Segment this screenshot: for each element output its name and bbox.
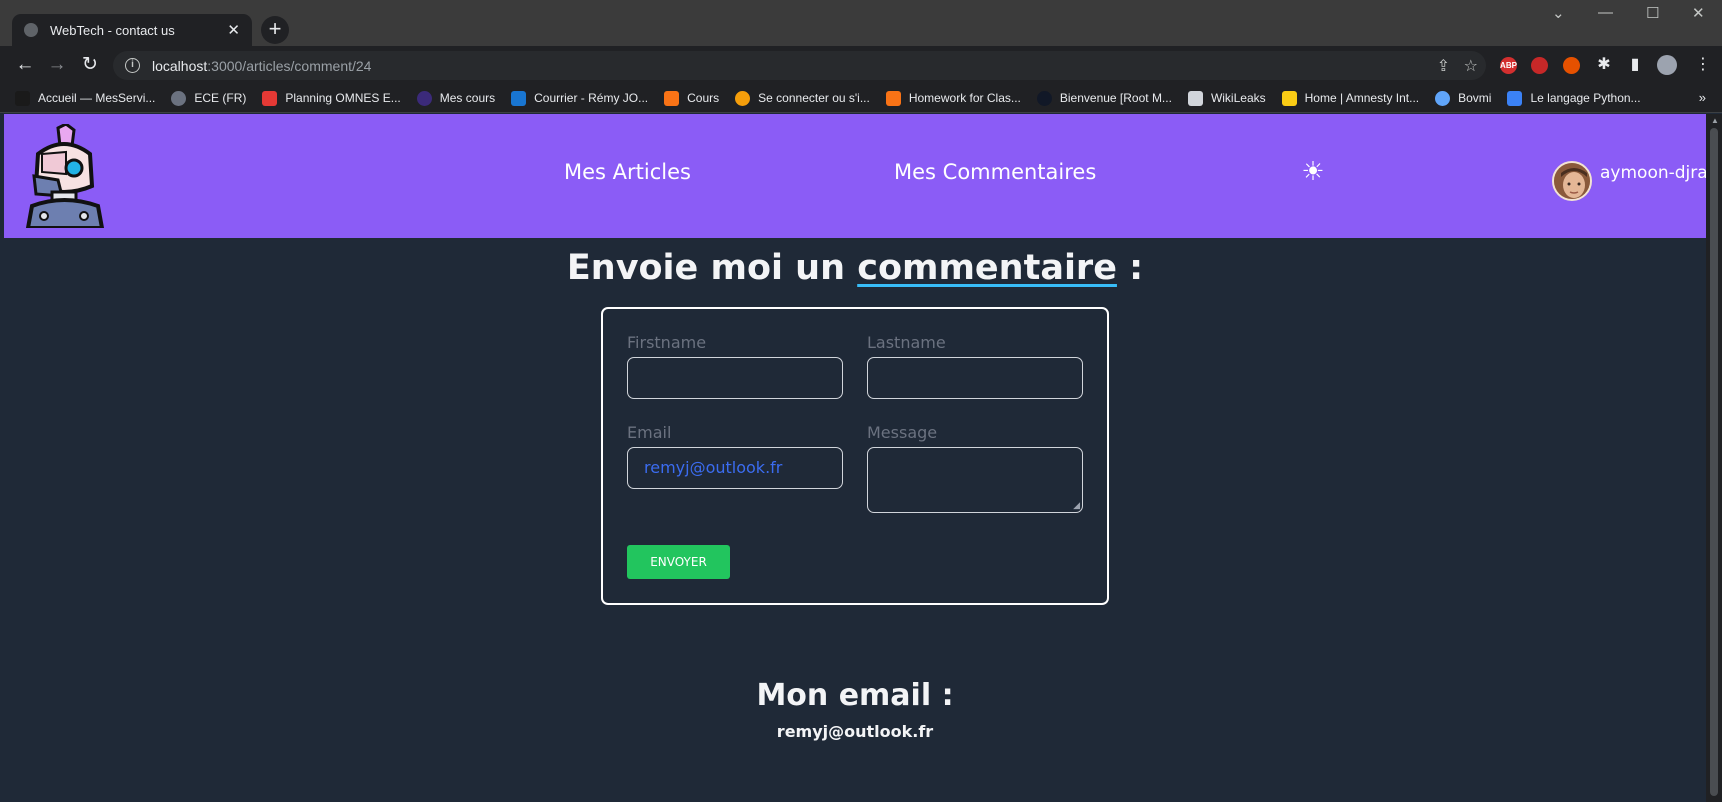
firstname-field[interactable]: [627, 357, 843, 399]
minimize-icon[interactable]: —: [1598, 4, 1613, 21]
my-email-heading: Mon email :: [756, 678, 954, 713]
download-ext-icon[interactable]: [1563, 57, 1580, 74]
bookmark-favicon-icon: [1507, 90, 1523, 106]
reload-icon[interactable]: ↻: [77, 52, 103, 78]
lastname-field[interactable]: [867, 357, 1083, 399]
resize-grip-icon[interactable]: ◢: [1073, 502, 1080, 511]
bookmark-item[interactable]: Courrier - Rémy JO...: [511, 90, 648, 106]
bookmark-star-icon[interactable]: ☆: [1464, 56, 1478, 76]
bookmark-favicon-icon: [15, 90, 30, 106]
tab-search-icon[interactable]: ⌄: [1552, 4, 1565, 22]
bookmark-favicon-icon: [664, 90, 680, 106]
nav-my-articles[interactable]: Mes Articles: [564, 160, 691, 184]
tab-close-icon[interactable]: ✕: [227, 21, 240, 39]
page-title-prefix: Envoie moi un: [566, 248, 858, 288]
share-icon[interactable]: ⇪: [1437, 56, 1450, 76]
bookmark-item[interactable]: Home | Amnesty Int...: [1281, 90, 1419, 106]
page-title: Envoie moi un commentaire :: [4, 248, 1706, 288]
bookmark-item[interactable]: Mes cours: [416, 90, 495, 106]
comment-form: Firstname Lastname Email remyj@outlook.f…: [601, 307, 1109, 605]
bookmark-item[interactable]: Cours: [664, 90, 719, 106]
theme-toggle-sun-icon[interactable]: ☀: [1298, 156, 1328, 186]
site-header: Mes Articles Mes Commentaires ☀ aymoon-d…: [4, 114, 1718, 238]
bookmark-item[interactable]: Planning OMNES E...: [262, 90, 401, 106]
menu-icon[interactable]: ⋮: [1690, 52, 1716, 78]
shield-ext-icon[interactable]: [1531, 57, 1548, 74]
side-panel-icon[interactable]: ▮: [1622, 52, 1648, 78]
firstname-label: Firstname: [627, 333, 707, 352]
forward-icon[interactable]: →: [44, 52, 70, 78]
message-label: Message: [867, 423, 938, 442]
email-field[interactable]: remyj@outlook.fr: [627, 447, 843, 489]
lastname-label: Lastname: [867, 333, 946, 352]
page-title-suffix: :: [1116, 248, 1144, 288]
site-info-icon[interactable]: i: [125, 58, 140, 73]
more-bookmarks-icon[interactable]: »: [1699, 90, 1706, 105]
bookmark-favicon-icon: [1036, 90, 1052, 106]
bookmark-item[interactable]: Le langage Python...: [1507, 90, 1641, 106]
message-field[interactable]: ◢: [867, 447, 1083, 513]
bookmark-item[interactable]: Homework for Clas...: [885, 90, 1021, 106]
email-label: Email: [627, 423, 672, 442]
bookmark-favicon-icon: [262, 90, 278, 106]
send-button[interactable]: ENVOYER: [627, 545, 730, 579]
new-tab-button[interactable]: +: [261, 16, 289, 44]
adblock-icon[interactable]: ABP: [1500, 57, 1517, 74]
scrollbar-thumb[interactable]: [1710, 128, 1718, 796]
user-face-icon: [1554, 163, 1590, 199]
maximize-icon[interactable]: ☐: [1646, 4, 1659, 22]
bookmark-favicon-icon: [885, 90, 901, 106]
url-host: localhost: [152, 57, 208, 74]
tab-favicon-icon: [24, 23, 38, 37]
bookmark-favicon-icon: [735, 90, 751, 106]
globe-icon: [171, 90, 187, 106]
scroll-up-icon[interactable]: ▲: [1711, 116, 1719, 125]
avatar[interactable]: [1552, 161, 1592, 201]
browser-titlebar: WebTech - contact us ✕ + ⌄ — ☐ ✕: [0, 0, 1722, 46]
url-path: :3000/articles/comment/24: [207, 57, 372, 74]
bookmark-favicon-icon: [1187, 90, 1203, 106]
my-email-value[interactable]: remyj@outlook.fr: [4, 722, 1706, 741]
close-window-icon[interactable]: ✕: [1692, 4, 1705, 22]
tab-title: WebTech - contact us: [50, 22, 175, 38]
robot-logo-icon[interactable]: [22, 124, 106, 228]
profile-icon[interactable]: [1657, 55, 1677, 75]
bookmark-item[interactable]: Accueil — MesServi...: [15, 90, 155, 106]
bookmark-item[interactable]: WikiLeaks: [1187, 90, 1266, 106]
page-title-emphasis: commentaire: [857, 248, 1117, 288]
browser-toolbar: ← → ↻ i localhost:3000/articles/comment/…: [0, 46, 1722, 84]
extensions-puzzle-icon[interactable]: ✱: [1591, 52, 1617, 78]
bookmark-item[interactable]: Se connecter ou s'i...: [735, 90, 870, 106]
outlook-icon: [511, 90, 527, 106]
bookmark-item[interactable]: Bienvenue [Root M...: [1036, 90, 1172, 106]
page-content: Mes Articles Mes Commentaires ☀ aymoon-d…: [4, 114, 1718, 802]
bookmark-favicon-icon: [416, 90, 432, 106]
bookmark-item[interactable]: Bovmi: [1435, 90, 1491, 106]
address-bar[interactable]: i localhost:3000/articles/comment/24 ⇪ ☆: [113, 51, 1486, 80]
bookmark-favicon-icon: [1435, 90, 1451, 106]
bookmark-item[interactable]: ECE (FR): [171, 90, 246, 106]
nav-my-comments[interactable]: Mes Commentaires: [894, 160, 1096, 184]
page-scrollbar[interactable]: ▲: [1706, 114, 1722, 802]
username[interactable]: aymoon-djrak: [1600, 163, 1718, 183]
bookmark-favicon-icon: [1281, 90, 1297, 106]
browser-tab[interactable]: WebTech - contact us ✕: [12, 14, 252, 46]
back-icon[interactable]: ←: [12, 52, 38, 78]
bookmarks-bar: Accueil — MesServi... ECE (FR) Planning …: [0, 84, 1722, 113]
